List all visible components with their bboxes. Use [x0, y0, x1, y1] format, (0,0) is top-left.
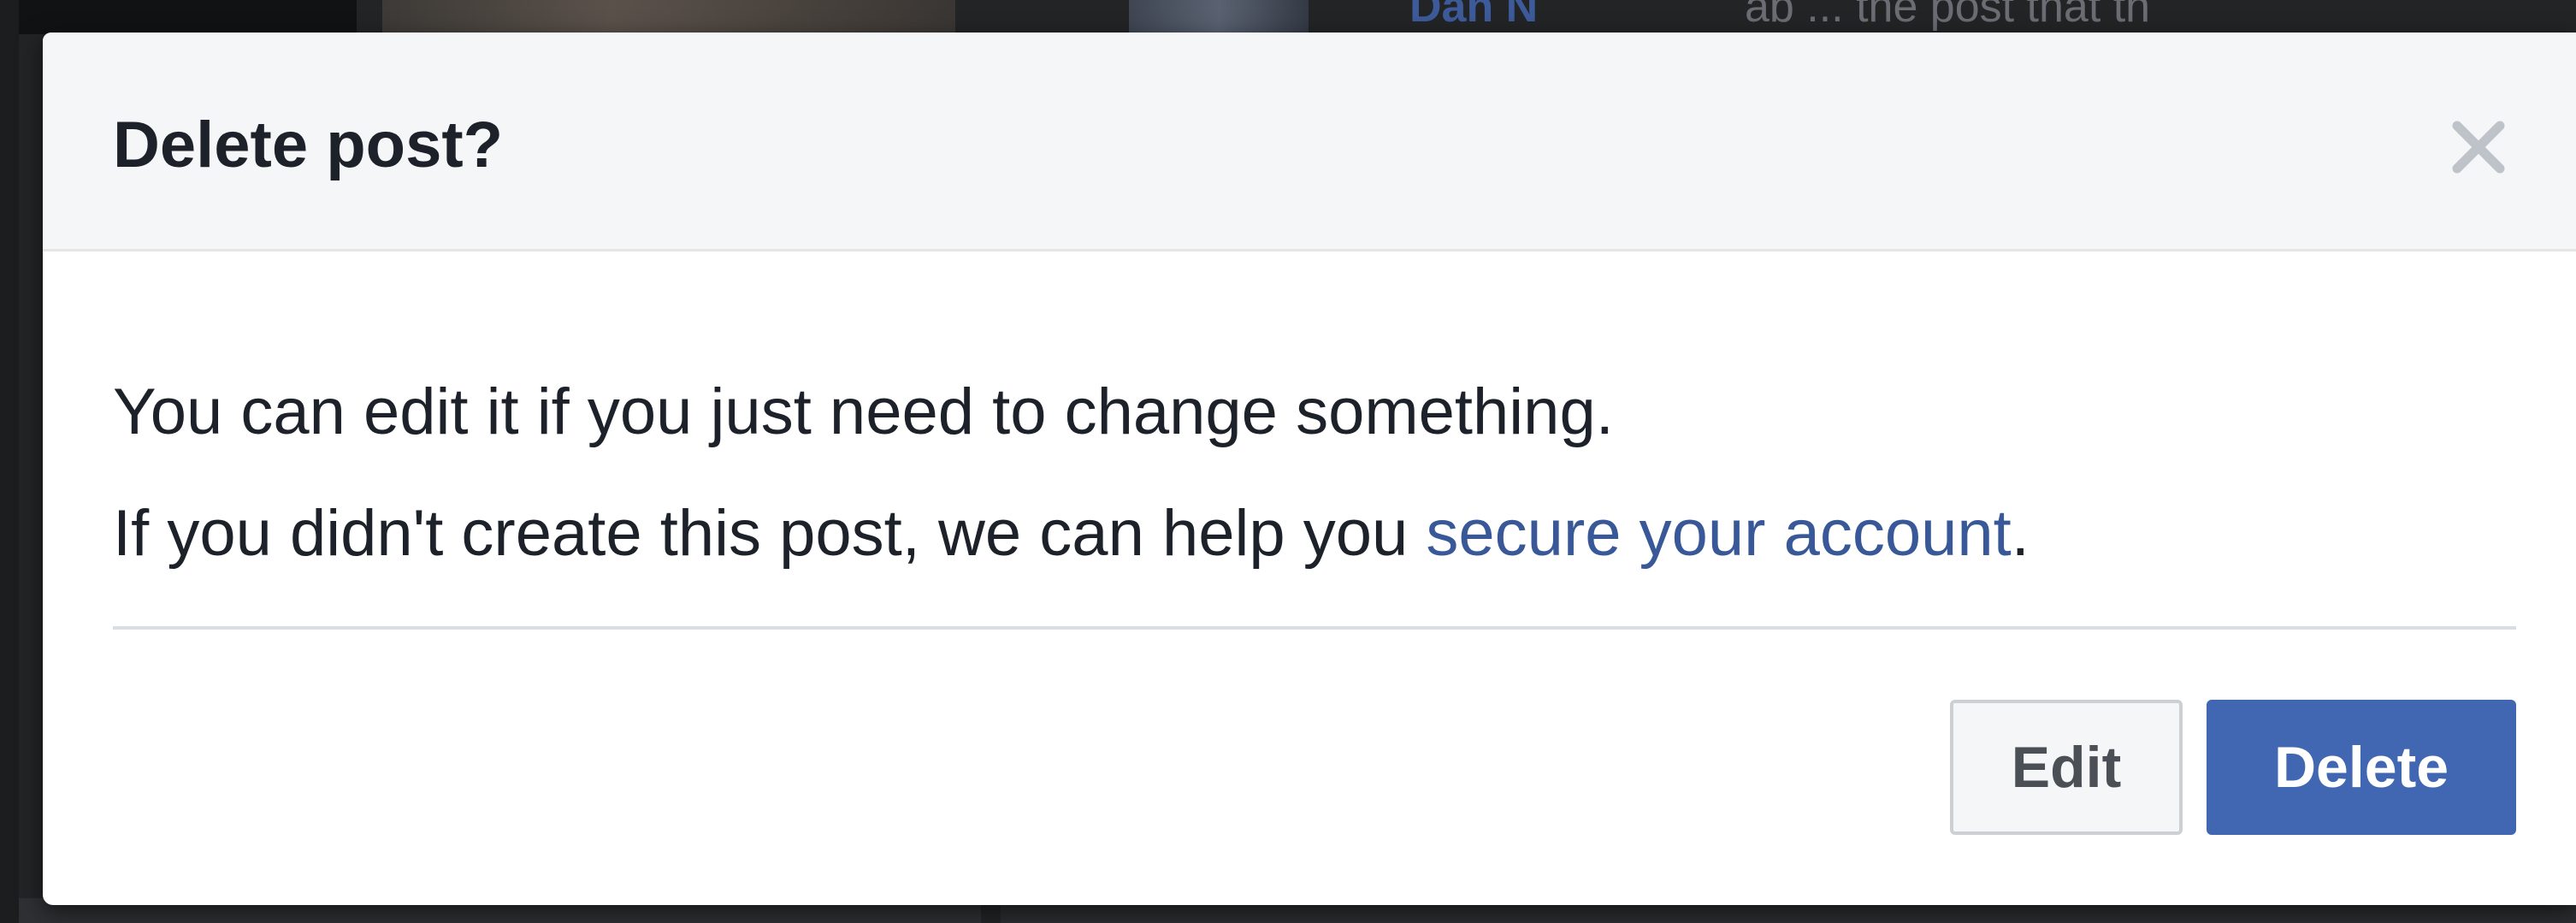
dialog-title: Delete post?: [113, 109, 504, 181]
dialog-message-secondary: If you didn't create this post, we can h…: [113, 493, 2029, 575]
dialog-message: You can edit it if you just need to chan…: [113, 376, 1614, 448]
secure-account-link[interactable]: secure your account: [1426, 497, 2011, 570]
delete-post-dialog: Delete post? You can edit it if you just…: [43, 33, 2576, 905]
close-button[interactable]: [2437, 106, 2520, 188]
background-photo: [382, 0, 955, 34]
background-author-link: Dan N: [1409, 0, 1539, 32]
background-left-column: [0, 0, 19, 923]
edit-button[interactable]: Edit: [1950, 700, 2183, 835]
dialog-separator: [113, 626, 2516, 630]
background-photo: [19, 0, 357, 34]
close-icon: [2452, 121, 2505, 174]
background-post-text: ab ... the post that th: [1745, 0, 2151, 32]
dialog-message-suffix: .: [2011, 497, 2029, 570]
delete-button[interactable]: Delete: [2207, 700, 2516, 835]
dialog-header: Delete post?: [43, 33, 2576, 251]
background-avatar: [1129, 0, 1309, 34]
dialog-message-prefix: If you didn't create this post, we can h…: [113, 497, 1427, 570]
